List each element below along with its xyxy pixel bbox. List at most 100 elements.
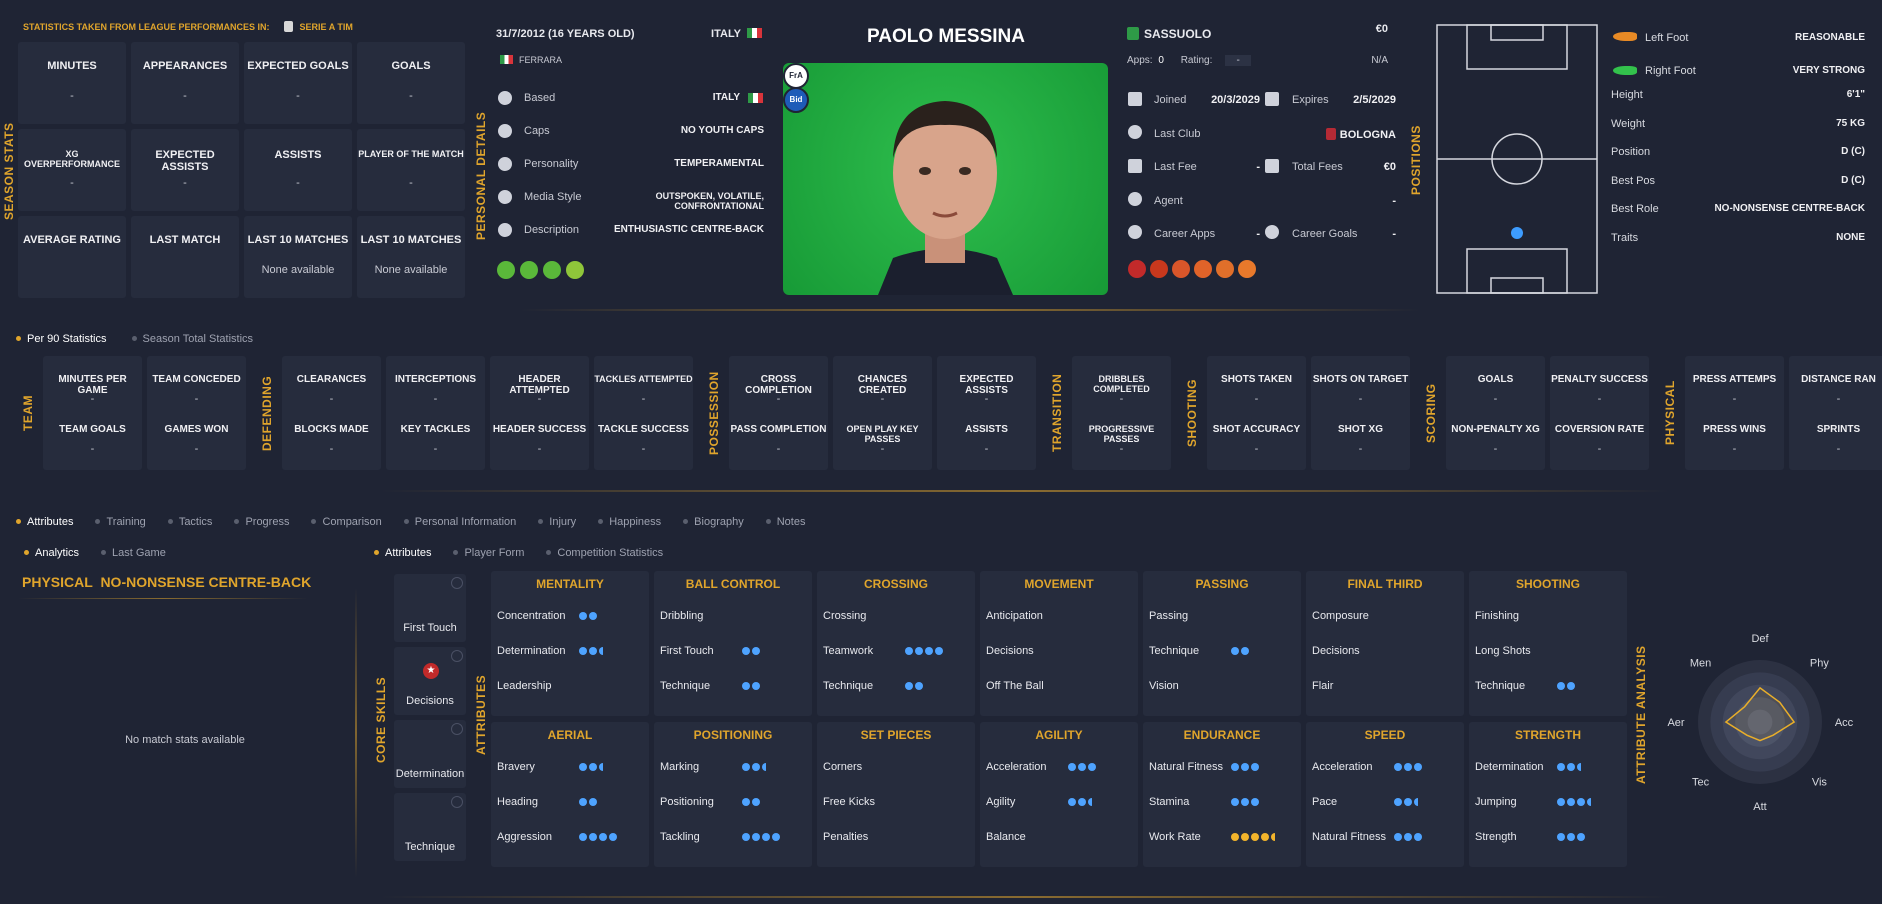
training-icon[interactable] (543, 261, 561, 279)
tab-player-form[interactable]: Player Form (453, 547, 524, 559)
attr-label[interactable]: Aggression (497, 831, 552, 843)
season-stat-tile[interactable]: AVERAGE RATING (18, 216, 126, 298)
attr-label[interactable]: Work Rate (1149, 831, 1201, 843)
season-stat-tile[interactable]: APPEARANCES - (131, 42, 239, 124)
attr-label[interactable]: Passing (1149, 610, 1188, 622)
attr-label[interactable]: Determination (1475, 761, 1543, 773)
attr-label[interactable]: Natural Fitness (1149, 761, 1223, 773)
tab-notes[interactable]: Notes (765, 516, 805, 528)
attr-label[interactable]: Dribbling (660, 610, 703, 622)
attr-label[interactable]: Decisions (986, 645, 1034, 657)
season-stat-tile[interactable]: EXPECTED ASSISTS - (131, 129, 239, 211)
season-stat-tile[interactable]: MINUTES - (18, 42, 126, 124)
toggle-ring-icon[interactable] (451, 577, 463, 589)
attr-label[interactable]: Flair (1312, 680, 1333, 692)
star-icon[interactable] (1172, 260, 1190, 278)
trait-icon-1[interactable] (1128, 260, 1146, 278)
attr-label[interactable]: Finishing (1475, 610, 1519, 622)
stat-tile[interactable]: SHOTS ON TARGET - SHOT XG - (1311, 356, 1410, 470)
stat-tile[interactable]: TACKLES ATTEMPTED - TACKLE SUCCESS - (594, 356, 693, 470)
attr-label[interactable]: Technique (1149, 645, 1199, 657)
player-nation[interactable]: ITALY (660, 28, 762, 40)
stat-tile[interactable]: INTERCEPTIONS - KEY TACKLES - (386, 356, 485, 470)
attr-label[interactable]: Corners (823, 761, 862, 773)
attr-label[interactable]: Natural Fitness (1312, 831, 1386, 843)
attr-label[interactable]: Stamina (1149, 796, 1189, 808)
tab-happiness[interactable]: Happiness (598, 516, 661, 528)
tab-progress[interactable]: Progress (234, 516, 289, 528)
season-stat-tile[interactable]: EXPECTED GOALS - (244, 42, 352, 124)
badge-fra[interactable]: FrA (783, 63, 809, 89)
core-skill-determination[interactable]: Determination (394, 720, 466, 788)
attr-label[interactable]: Vision (1149, 680, 1179, 692)
tab-training[interactable]: Training (95, 516, 146, 528)
tab-comparison[interactable]: Comparison (311, 516, 382, 528)
attr-label[interactable]: Technique (823, 680, 873, 692)
tab-personal-information[interactable]: Personal Information (403, 516, 516, 528)
last-club-value[interactable]: BOLOGNA (1300, 128, 1396, 141)
attr-label[interactable]: Balance (986, 831, 1026, 843)
development-icon[interactable] (566, 261, 584, 279)
stat-tile[interactable]: CROSS COMPLETION - PASS COMPLETION - (729, 356, 828, 470)
stat-tile[interactable]: DISTANCE RAN - SPRINTS - (1789, 356, 1882, 470)
attr-label[interactable]: Determination (497, 645, 565, 657)
stat-tile[interactable]: PRESS ATTEMPS - PRESS WINS - (1685, 356, 1784, 470)
season-stat-tile[interactable]: GOALS - (357, 42, 465, 124)
attr-label[interactable]: Positioning (660, 796, 714, 808)
attr-label[interactable]: Technique (1475, 680, 1525, 692)
attr-label[interactable]: Anticipation (986, 610, 1043, 622)
attr-label[interactable]: Long Shots (1475, 645, 1531, 657)
attr-label[interactable]: Bravery (497, 761, 535, 773)
attr-label[interactable]: Technique (660, 680, 710, 692)
season-stat-tile[interactable]: LAST MATCH (131, 216, 239, 298)
tab-analytics[interactable]: Analytics (24, 547, 79, 559)
season-stat-tile[interactable]: LAST 10 MATCHES None available (357, 216, 465, 298)
trait-icon-2[interactable] (1150, 260, 1168, 278)
attr-label[interactable]: Pace (1312, 796, 1337, 808)
league-name[interactable]: SERIE A TIM (300, 22, 353, 32)
attr-label[interactable]: Jumping (1475, 796, 1517, 808)
club-name[interactable]: SASSUOLO (1127, 27, 1211, 41)
toggle-ring-icon[interactable] (451, 796, 463, 808)
tab-attributes[interactable]: Attributes (374, 547, 431, 559)
attr-label[interactable]: Leadership (497, 680, 551, 692)
tab-last-game[interactable]: Last Game (101, 547, 166, 559)
stat-tile[interactable]: MINUTES PER GAME - TEAM GOALS - (43, 356, 142, 470)
tab-per90[interactable]: Per 90 Statistics (16, 333, 106, 345)
stat-tile[interactable]: CLEARANCES - BLOCKS MADE - (282, 356, 381, 470)
core-skill-decisions[interactable]: ★ Decisions (394, 647, 466, 715)
toggle-ring-icon[interactable] (451, 723, 463, 735)
target-icon[interactable] (1194, 260, 1212, 278)
season-stat-tile[interactable]: LAST 10 MATCHES None available (244, 216, 352, 298)
attr-label[interactable]: Crossing (823, 610, 866, 622)
attr-label[interactable]: Marking (660, 761, 699, 773)
season-stat-tile[interactable]: PLAYER OF THE MATCH - (357, 129, 465, 211)
attr-label[interactable]: Penalties (823, 831, 868, 843)
attr-label[interactable]: First Touch (660, 645, 714, 657)
attr-label[interactable]: Free Kicks (823, 796, 875, 808)
tab-season-total[interactable]: Season Total Statistics (131, 333, 253, 345)
attr-label[interactable]: Teamwork (823, 645, 873, 657)
stat-tile[interactable]: HEADER ATTEMPTED - HEADER SUCCESS - (490, 356, 589, 470)
attr-label[interactable]: Acceleration (1312, 761, 1373, 773)
stat-tile[interactable]: GOALS - NON-PENALTY XG - (1446, 356, 1545, 470)
attr-label[interactable]: Concentration (497, 610, 566, 622)
badge-bid[interactable]: Bid (783, 87, 809, 113)
speed-icon[interactable] (1216, 260, 1234, 278)
fitness-icon[interactable] (497, 261, 515, 279)
core-skill-first-touch[interactable]: First Touch (394, 574, 466, 642)
season-stat-tile[interactable]: ASSISTS - (244, 129, 352, 211)
stat-tile[interactable]: PENALTY SUCCESS - COVERSION RATE - (1550, 356, 1649, 470)
form-up-icon[interactable] (520, 261, 538, 279)
dribble-icon[interactable] (1238, 260, 1256, 278)
tab-attributes[interactable]: Attributes (16, 516, 73, 528)
attr-label[interactable]: Agility (986, 796, 1015, 808)
core-skill-technique[interactable]: Technique (394, 793, 466, 861)
stat-tile[interactable]: TEAM CONCEDED - GAMES WON - (147, 356, 246, 470)
toggle-ring-icon[interactable] (451, 650, 463, 662)
attr-label[interactable]: Tackling (660, 831, 700, 843)
tab-tactics[interactable]: Tactics (167, 516, 212, 528)
attr-label[interactable]: Off The Ball (986, 680, 1044, 692)
season-stat-tile[interactable]: XG OVERPERFORMANCE - (18, 129, 126, 211)
attr-label[interactable]: Strength (1475, 831, 1517, 843)
